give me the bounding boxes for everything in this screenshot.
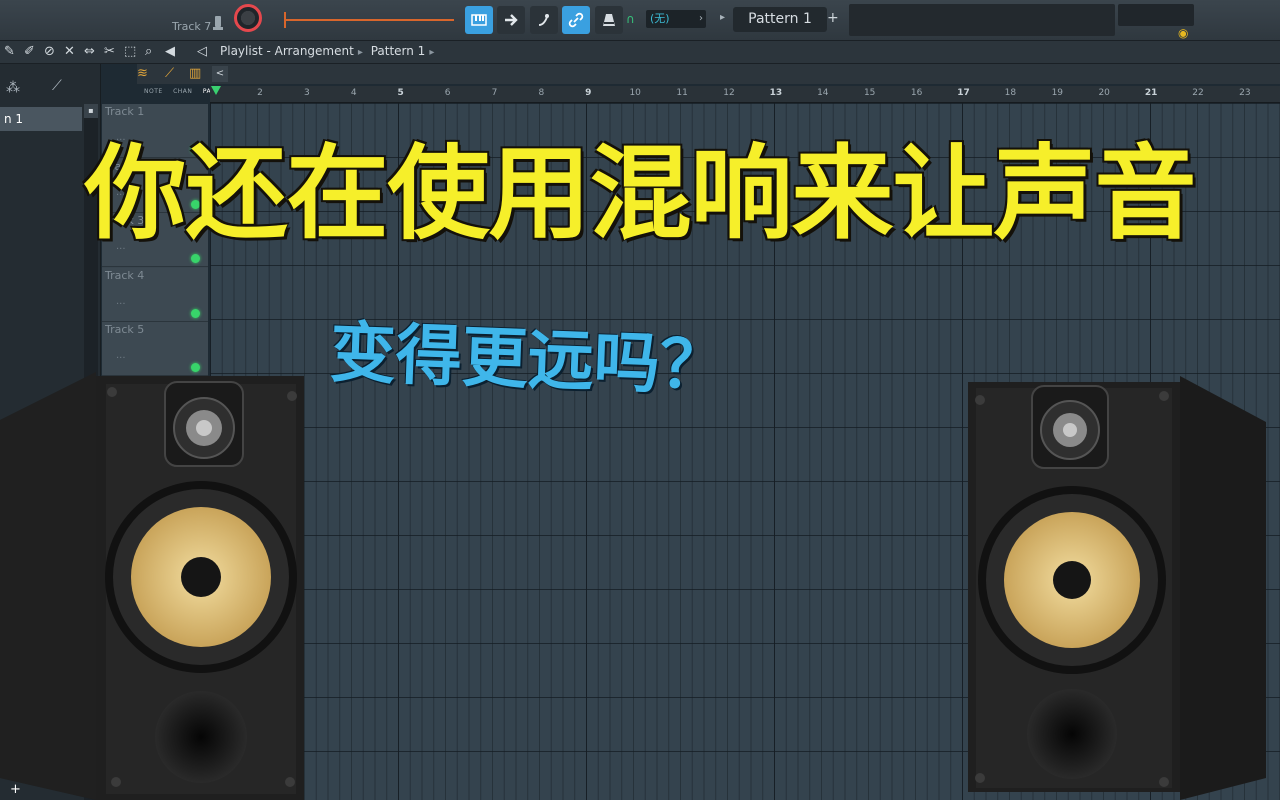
- waveform-icon[interactable]: ⁂: [6, 80, 20, 96]
- chan-label[interactable]: CHAN: [173, 88, 192, 95]
- track-options[interactable]: ...: [116, 296, 126, 307]
- breadcrumb: Playlist - Arrangement ▸ Pattern 1 ▸: [220, 44, 438, 58]
- cpu-meter: [1118, 4, 1194, 26]
- track-label: Track 4: [105, 268, 145, 282]
- ruler-bar-number: 10: [629, 88, 641, 98]
- automation-icon[interactable]: ⟋: [52, 78, 62, 94]
- ruler-bar-number: 18: [1004, 88, 1017, 98]
- track-label: Track 5: [105, 323, 145, 336]
- ruler-bar-number: 15: [863, 88, 876, 98]
- ruler-bar-number: 13: [769, 88, 783, 98]
- add-pattern-button[interactable]: +: [827, 10, 839, 26]
- ruler-bar-number: 3: [304, 88, 310, 98]
- zoom-icon[interactable]: ⌕: [145, 44, 152, 59]
- ruler-bar-number: 19: [1051, 88, 1064, 98]
- video-title-overlay: 你还在使用混响来让声音: [84, 135, 1197, 254]
- ruler-bar-number: 23: [1239, 88, 1251, 98]
- select-icon[interactable]: ⬚: [124, 44, 136, 59]
- pattern-selector[interactable]: Pattern 1: [733, 7, 827, 32]
- browser-header: ⁂ ⟋: [0, 64, 100, 104]
- slice-icon[interactable]: ✂: [104, 44, 115, 59]
- hint-panel: [849, 4, 1115, 36]
- playlist-header: ≋ ⟋ ▥: [137, 64, 1280, 84]
- chevron-right-icon: ▸: [429, 47, 435, 58]
- track-mute-led[interactable]: [191, 308, 200, 318]
- track-header[interactable]: Track 5...: [102, 322, 208, 376]
- pencil-icon[interactable]: ✎: [4, 44, 15, 59]
- video-subtitle-overlay: 变得更远吗？: [328, 314, 728, 405]
- ruler-bar-number: 6: [444, 88, 451, 98]
- ruler-bar-number: 2: [257, 88, 263, 98]
- audio-input-select[interactable]: (无): [646, 10, 706, 28]
- ruler-bar-number: 5: [397, 88, 404, 98]
- timeline-ruler[interactable]: 2 3 4 5 6 7 8 9 10 11 12 13 14 15 16 17 18 19 20 21 22 23: [210, 86, 1280, 103]
- collapse-button[interactable]: <: [212, 66, 228, 82]
- audio-clip-icon[interactable]: ≋: [137, 66, 148, 81]
- slip-icon[interactable]: ⇔: [84, 44, 95, 59]
- headphone-icon[interactable]: ∩: [626, 12, 635, 26]
- ruler-bar-number: 21: [1144, 88, 1158, 98]
- piano-icon: [471, 14, 487, 26]
- ruler-bar-number: 4: [350, 88, 357, 98]
- track-mute-led[interactable]: [191, 363, 200, 372]
- speaker-right-image: [968, 376, 1266, 800]
- piano-roll-button[interactable]: [465, 6, 493, 34]
- track-header[interactable]: Track 4...: [102, 267, 208, 322]
- metronome-button[interactable]: [595, 6, 623, 34]
- ruler-bar-number: 20: [1098, 88, 1110, 98]
- arrow-right-icon: [505, 14, 518, 26]
- automation-clip-icon[interactable]: ⟋: [165, 66, 174, 81]
- ruler-bar-number: 12: [723, 88, 735, 98]
- speaker-left-image: [0, 372, 304, 800]
- brush-icon[interactable]: ✐: [24, 44, 35, 59]
- mixer-track-icon: [213, 16, 223, 30]
- top-toolbar: Track 7 ∩ (无) › ▸ Pattern 1 + ◉: [0, 0, 1280, 41]
- metronome-icon: [603, 14, 615, 26]
- snap-button[interactable]: [530, 6, 558, 34]
- chevron-right-icon: ▸: [357, 47, 363, 58]
- master-pitch-slider[interactable]: [284, 19, 454, 21]
- link-icon: [568, 12, 584, 28]
- chevron-right-icon[interactable]: ›: [699, 13, 703, 24]
- delete-icon[interactable]: ⊘: [44, 44, 55, 59]
- ruler-bar-number: 8: [538, 88, 545, 98]
- playhead-marker[interactable]: [211, 86, 221, 95]
- playlist-toolbar: ✎ ✐ ⊘ ✕ ⇔ ✂ ⬚ ⌕ ◀ ◁ Playlist - Arrangeme…: [0, 41, 1280, 64]
- play-triangle-icon[interactable]: ▸: [720, 12, 725, 23]
- pattern-clip-icon[interactable]: ▥: [189, 66, 201, 81]
- speaker-icon: ◁: [197, 44, 207, 59]
- link-button[interactable]: [562, 6, 590, 34]
- next-button[interactable]: [497, 6, 525, 34]
- ruler-bar-number: 17: [957, 88, 970, 98]
- mute-icon[interactable]: ✕: [64, 44, 75, 59]
- playback-icon[interactable]: ◀: [165, 44, 175, 59]
- ruler-bar-number: 7: [491, 88, 498, 98]
- breadcrumb-pattern[interactable]: Pattern 1: [371, 44, 426, 58]
- magnet-curve-icon: [538, 14, 549, 26]
- ruler-bar-number: 16: [910, 88, 923, 98]
- ruler-bar-number: 11: [676, 88, 688, 98]
- ruler-bar-number: 22: [1192, 88, 1204, 98]
- hint-track-label: Track 7: [172, 20, 212, 33]
- ruler-bar-number: 9: [585, 88, 592, 98]
- eye-icon[interactable]: ◉: [1178, 26, 1188, 40]
- master-volume-knob[interactable]: [234, 4, 262, 32]
- ruler-bar-number: 14: [817, 88, 829, 98]
- track-options[interactable]: ...: [116, 350, 126, 361]
- note-label[interactable]: NOTE: [144, 88, 163, 95]
- breadcrumb-playlist[interactable]: Playlist - Arrangement: [220, 44, 354, 58]
